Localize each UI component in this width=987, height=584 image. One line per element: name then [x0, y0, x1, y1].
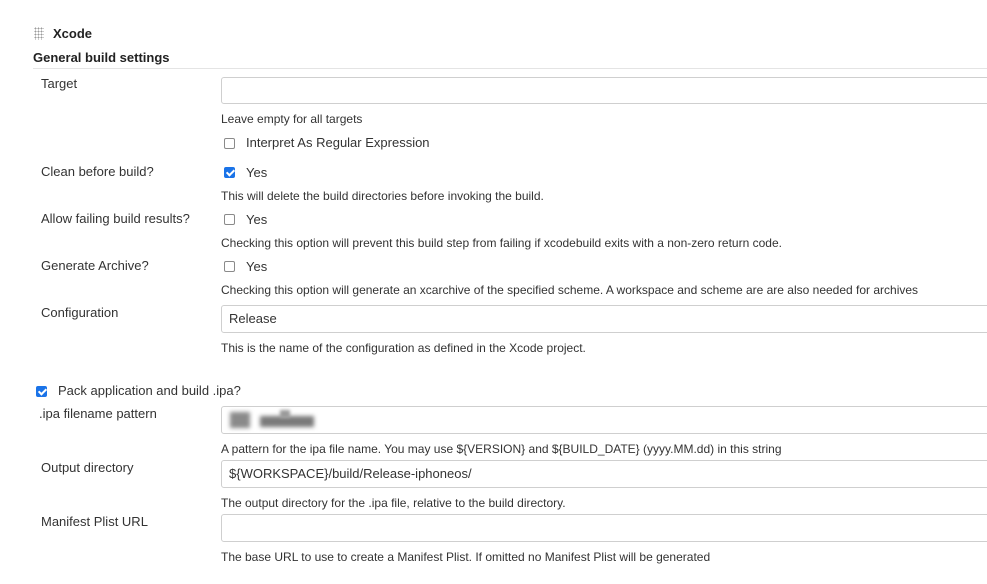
- ipa-pattern-label: .ipa filename pattern: [39, 406, 157, 421]
- drag-handle-icon[interactable]: [34, 27, 44, 40]
- archive-help: Checking this option will generate an xc…: [221, 283, 919, 297]
- archive-checkbox-label: Yes: [246, 259, 268, 274]
- output-dir-help: The output directory for the .ipa file, …: [221, 496, 566, 510]
- allow-failing-checkbox[interactable]: [224, 214, 235, 225]
- output-dir-label: Output directory: [41, 460, 134, 475]
- allow-failing-checkbox-label: Yes: [246, 212, 268, 227]
- allow-failing-label: Allow failing build results?: [41, 211, 190, 226]
- configuration-help: This is the name of the configuration as…: [221, 341, 586, 355]
- pack-ipa-checkbox[interactable]: [36, 386, 47, 397]
- output-dir-input[interactable]: ${WORKSPACE}/build/Release-iphoneos/: [221, 460, 987, 488]
- regex-checkbox-label: Interpret As Regular Expression: [246, 135, 430, 150]
- manifest-help: The base URL to use to create a Manifest…: [221, 550, 711, 564]
- group-title: General build settings: [33, 50, 170, 65]
- target-label: Target: [41, 76, 78, 91]
- ipa-pattern-help: A pattern for the ipa file name. You may…: [221, 442, 782, 456]
- redacted-value: [280, 410, 290, 418]
- xcode-build-step-form: Xcode General build settings Target Leav…: [0, 0, 987, 584]
- section-title: Xcode: [53, 26, 93, 41]
- manifest-input[interactable]: [221, 514, 987, 542]
- group-divider: [33, 68, 987, 69]
- archive-checkbox[interactable]: [224, 261, 235, 272]
- archive-label: Generate Archive?: [41, 258, 149, 273]
- clean-help: This will delete the build directories b…: [221, 189, 544, 203]
- configuration-input[interactable]: Release: [221, 305, 987, 333]
- configuration-label: Configuration: [41, 305, 119, 320]
- clean-label: Clean before build?: [41, 164, 154, 179]
- ipa-pattern-input[interactable]: [221, 406, 987, 434]
- clean-checkbox[interactable]: [224, 167, 235, 178]
- target-help: Leave empty for all targets: [221, 112, 363, 126]
- manifest-label: Manifest Plist URL: [41, 514, 148, 529]
- allow-failing-help: Checking this option will prevent this b…: [221, 236, 782, 250]
- redacted-value: [230, 412, 250, 428]
- pack-ipa-label: Pack application and build .ipa?: [58, 383, 241, 398]
- clean-checkbox-label: Yes: [246, 165, 268, 180]
- target-input[interactable]: [221, 77, 987, 104]
- regex-checkbox[interactable]: [224, 138, 235, 149]
